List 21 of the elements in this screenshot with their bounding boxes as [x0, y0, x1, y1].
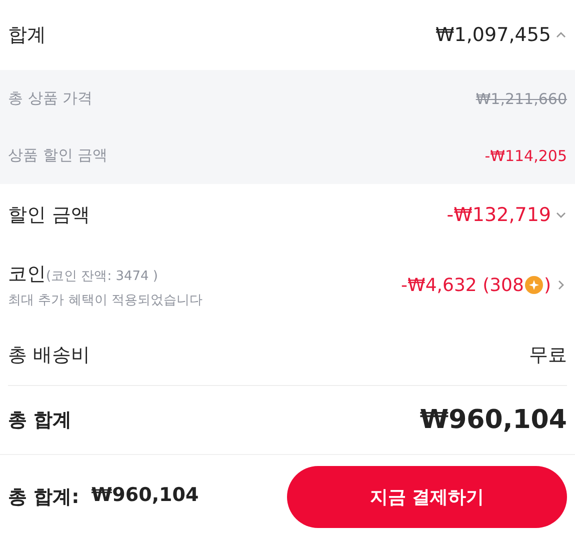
pay-now-button[interactable]: 지금 결제하기	[287, 466, 567, 528]
discount-amount: -₩132,719	[446, 204, 551, 226]
total-amount: ₩960,104	[420, 405, 567, 435]
footer-total-amount: ₩960,104	[91, 484, 199, 508]
shipping-label: 총 배송비	[8, 343, 90, 368]
footer-total-label: 총 합계:	[8, 485, 80, 510]
breakdown-amount: ₩1,211,660	[476, 90, 567, 108]
breakdown-amount: -₩114,205	[484, 146, 567, 164]
coin-amount: -₩4,632 (308	[401, 274, 524, 296]
discount-label: 할인 금액	[8, 202, 90, 228]
coin-icon	[524, 275, 544, 295]
breakdown-label: 총 상품 가격	[8, 89, 93, 108]
breakdown-label: 상품 할인 금액	[8, 146, 108, 165]
subtotal-amount: ₩1,097,455	[436, 24, 551, 46]
total-label: 총 합계	[8, 408, 72, 433]
coin-label: 코인	[8, 262, 46, 287]
shipping-value: 무료	[529, 343, 567, 368]
coin-balance: (코인 잔액: 3474 )	[46, 268, 158, 285]
coin-note: 최대 추가 혜택이 적용되었습니다	[8, 292, 202, 309]
coin-amount-end: )	[544, 274, 551, 296]
subtotal-label: 합계	[8, 23, 46, 48]
